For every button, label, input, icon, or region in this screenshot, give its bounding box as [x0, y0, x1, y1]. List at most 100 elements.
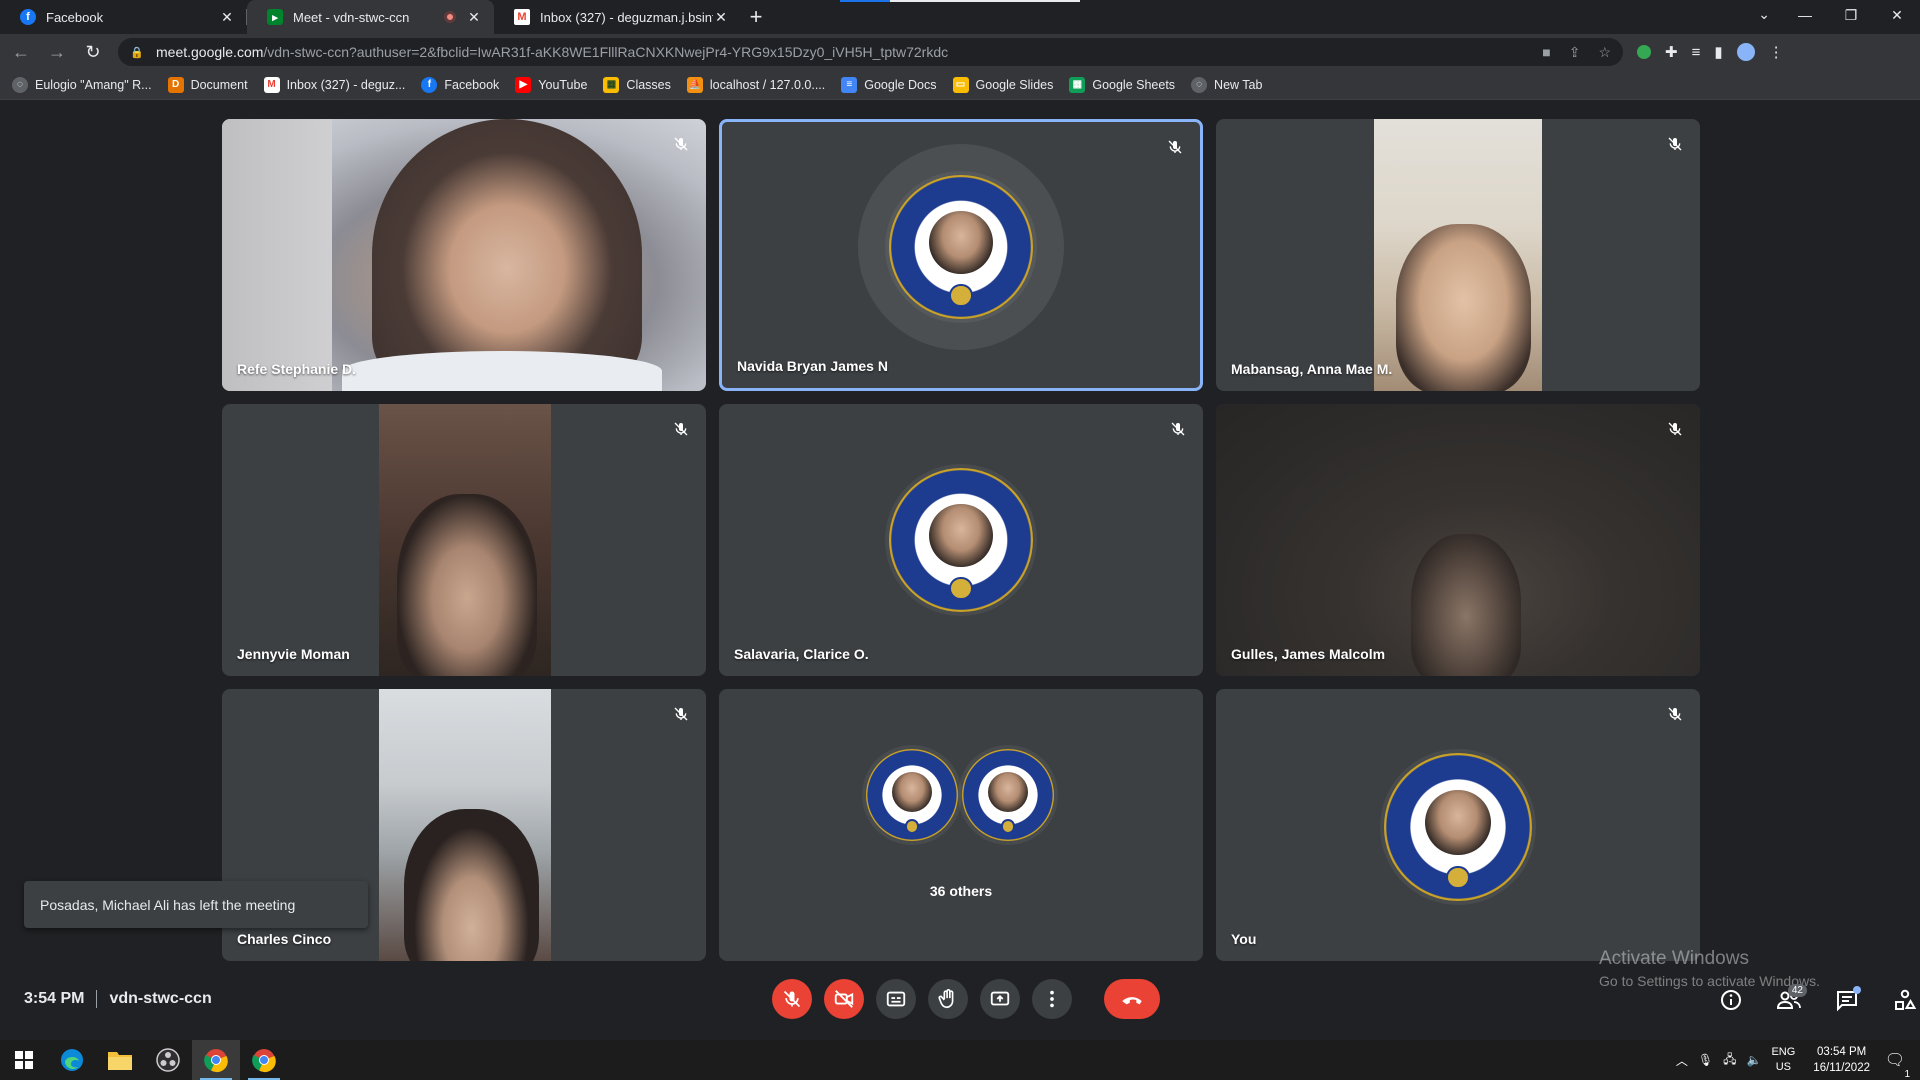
- participant-video: [222, 119, 706, 391]
- bookmark-item[interactable]: ≡ Google Docs: [841, 76, 937, 93]
- bookmark-item[interactable]: f Facebook: [421, 76, 499, 93]
- bookmarks-bar: ◌ Eulogio "Amang" R... D Document M Inbox (…: [0, 70, 1920, 100]
- extension-grammarly-icon[interactable]: [1637, 45, 1651, 59]
- tab-search-icon[interactable]: ⌄: [1758, 6, 1770, 23]
- minimize-icon[interactable]: —: [1782, 0, 1828, 30]
- tab-title: Inbox (327) - deguzman.j.bsinfotech: [540, 9, 713, 25]
- address-bar[interactable]: 🔒 meet.google.com /vdn-stwc-ccn?authuser…: [118, 38, 1623, 66]
- globe-icon: ◌: [1191, 76, 1208, 93]
- close-tab-icon[interactable]: ✕: [713, 9, 729, 26]
- close-tab-icon[interactable]: ✕: [466, 9, 482, 26]
- extensions-puzzle-icon[interactable]: ✚: [1665, 43, 1678, 61]
- bookmark-item[interactable]: ⛵ localhost / 127.0.0....: [686, 76, 825, 93]
- volume-icon[interactable]: 🔈: [1747, 1053, 1762, 1067]
- activities-icon: [1895, 989, 1917, 1010]
- bookmark-item[interactable]: M Inbox (327) - deguz...: [263, 76, 406, 93]
- participant-tile[interactable]: Jennyvie Moman: [222, 404, 706, 676]
- bookmark-label: Inbox (327) - deguz...: [286, 77, 406, 92]
- taskbar-clock[interactable]: 03:54 PM 16/11/2022: [1813, 1044, 1870, 1076]
- avatar: [1384, 753, 1532, 901]
- leave-call-button[interactable]: [1104, 979, 1160, 1019]
- info-icon: [1721, 990, 1741, 1010]
- toast-message: Posadas, Michael Ali has left the meetin…: [40, 896, 296, 913]
- side-panel-icon[interactable]: ▮: [1714, 43, 1722, 61]
- network-icon[interactable]: 🖧: [1723, 1050, 1736, 1071]
- meeting-details-button[interactable]: [1715, 980, 1747, 1020]
- mic-off-icon: [670, 418, 692, 440]
- bookmark-item[interactable]: ▭ Google Slides: [952, 76, 1053, 93]
- meeting-code[interactable]: vdn-stwc-ccn: [109, 990, 211, 1008]
- windows-logo-icon: [15, 1051, 33, 1069]
- bookmark-label: Classes: [626, 77, 671, 92]
- notification-count: 1: [1904, 1069, 1910, 1080]
- bookmark-star-icon[interactable]: ☆: [1598, 44, 1611, 61]
- notification-toast: Posadas, Michael Ali has left the meetin…: [24, 881, 368, 928]
- tab-facebook[interactable]: f Facebook ✕: [0, 0, 247, 34]
- clock-date: 16/11/2022: [1813, 1062, 1870, 1074]
- participant-tile[interactable]: Salavaria, Clarice O.: [719, 404, 1203, 676]
- restore-icon[interactable]: ❐: [1828, 0, 1874, 30]
- self-tile[interactable]: You: [1216, 689, 1700, 961]
- more-options-button[interactable]: [1032, 979, 1072, 1019]
- media-controls-icon[interactable]: ≡: [1692, 44, 1701, 61]
- share-icon[interactable]: ⇪: [1569, 44, 1581, 61]
- forward-button[interactable]: →: [42, 37, 72, 67]
- mic-toggle-button[interactable]: [772, 979, 812, 1019]
- participant-tile[interactable]: Refe Stephanie D.: [222, 119, 706, 391]
- browser-toolbar: ← → ↻ 🔒 meet.google.com /vdn-stwc-ccn?au…: [0, 34, 1920, 70]
- camera-in-use-icon[interactable]: ■: [1542, 44, 1550, 61]
- call-controls: [772, 979, 1160, 1019]
- back-button[interactable]: ←: [6, 37, 36, 67]
- classroom-icon: ▦: [603, 76, 620, 93]
- activities-button[interactable]: [1889, 980, 1920, 1020]
- mic-off-icon: [1664, 703, 1686, 725]
- meeting-side-controls: 42: [1715, 980, 1920, 1020]
- gmail-icon: M: [263, 76, 280, 93]
- show-hidden-icons-icon[interactable]: ︿: [1676, 1052, 1688, 1069]
- participant-name: Mabansag, Anna Mae M.: [1231, 361, 1393, 377]
- bookmark-label: Google Docs: [864, 77, 937, 92]
- clock-time: 03:54 PM: [1817, 1046, 1867, 1058]
- bookmark-item[interactable]: ◌ Eulogio "Amang" R...: [12, 76, 152, 93]
- close-window-icon[interactable]: ✕: [1874, 0, 1920, 30]
- taskbar-edge[interactable]: [48, 1040, 96, 1080]
- folder-icon: [108, 1052, 132, 1070]
- participant-tile[interactable]: Gulles, James Malcolm: [1216, 404, 1700, 676]
- bookmark-item[interactable]: ▦ Google Sheets: [1069, 76, 1175, 93]
- close-tab-icon[interactable]: ✕: [219, 9, 235, 26]
- people-button[interactable]: 42: [1773, 980, 1807, 1020]
- start-button[interactable]: [0, 1040, 48, 1080]
- taskbar-chrome-active[interactable]: [192, 1040, 240, 1080]
- facebook-icon: f: [20, 9, 36, 25]
- bookmark-item[interactable]: ◌ New Tab: [1191, 76, 1262, 93]
- bookmark-item[interactable]: ▦ Classes: [603, 76, 671, 93]
- new-tab-button[interactable]: +: [741, 0, 771, 34]
- captions-button[interactable]: [876, 979, 916, 1019]
- bookmark-label: Eulogio "Amang" R...: [35, 77, 152, 92]
- browser-menu-icon[interactable]: ⋮: [1769, 43, 1784, 61]
- raise-hand-button[interactable]: [928, 979, 968, 1019]
- chat-button[interactable]: [1831, 980, 1863, 1020]
- action-center-button[interactable]: 🗨 1: [1880, 1050, 1910, 1080]
- participant-tile[interactable]: Mabansag, Anna Mae M.: [1216, 119, 1700, 391]
- others-tile[interactable]: 36 others: [719, 689, 1203, 961]
- taskbar-file-explorer[interactable]: [96, 1040, 144, 1080]
- youtube-icon: ▶: [515, 76, 532, 93]
- tab-title: Facebook: [46, 9, 104, 25]
- tab-gmail[interactable]: M Inbox (327) - deguzman.j.bsinfotech ✕: [494, 0, 741, 34]
- profile-avatar-icon[interactable]: [1736, 43, 1755, 61]
- participant-name: Gulles, James Malcolm: [1231, 646, 1386, 662]
- bookmark-item[interactable]: ▶ YouTube: [515, 76, 587, 93]
- participant-tile[interactable]: Navida Bryan James N: [719, 119, 1203, 391]
- camera-toggle-button[interactable]: [824, 979, 864, 1019]
- lock-icon[interactable]: 🔒: [130, 46, 144, 59]
- present-button[interactable]: [980, 979, 1020, 1019]
- taskbar-obs[interactable]: [144, 1040, 192, 1080]
- input-language[interactable]: ENG US: [1771, 1045, 1795, 1075]
- tab-meet[interactable]: ▸ Meet - vdn-stwc-ccn ✕: [247, 0, 494, 34]
- camera-off-icon: [834, 990, 854, 1008]
- reload-button[interactable]: ↻: [78, 37, 108, 67]
- taskbar-chrome-profile[interactable]: [240, 1040, 288, 1080]
- microphone-tray-icon[interactable]: 🎙: [1698, 1053, 1713, 1067]
- bookmark-item[interactable]: D Document: [167, 76, 248, 93]
